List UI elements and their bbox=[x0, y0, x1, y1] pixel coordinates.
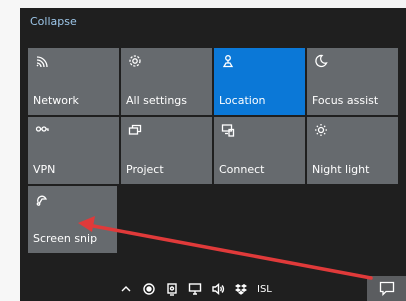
notification-icon bbox=[379, 281, 394, 296]
tile-connect-label: Connect bbox=[219, 163, 265, 176]
tile-project[interactable]: Project bbox=[121, 117, 212, 184]
tile-network-label: Network bbox=[33, 94, 79, 107]
tile-vpn[interactable]: VPN bbox=[28, 117, 119, 184]
action-center-button[interactable] bbox=[367, 276, 406, 301]
tile-focus-assist-label: Focus assist bbox=[312, 94, 379, 107]
tile-project-label: Project bbox=[126, 163, 164, 176]
pen-icon[interactable] bbox=[165, 282, 179, 296]
page-background bbox=[0, 0, 406, 8]
network-icon bbox=[33, 52, 51, 70]
desktop-edge bbox=[0, 0, 20, 301]
tile-night-light[interactable]: Night light bbox=[307, 117, 398, 184]
screen-snip-icon bbox=[33, 190, 51, 208]
brightness-icon bbox=[312, 121, 330, 139]
taskbar: ISL bbox=[20, 276, 406, 301]
tile-all-settings[interactable]: All settings bbox=[121, 48, 212, 115]
vpn-icon bbox=[33, 121, 51, 139]
action-center-panel: Collapse Network All settings Location F… bbox=[20, 8, 406, 301]
tile-all-settings-label: All settings bbox=[126, 94, 187, 107]
chevron-up-icon[interactable] bbox=[119, 282, 133, 296]
record-icon[interactable] bbox=[142, 282, 156, 296]
tile-location[interactable]: Location bbox=[214, 48, 305, 115]
network-tray-icon[interactable] bbox=[188, 282, 202, 296]
tile-vpn-label: VPN bbox=[33, 163, 56, 176]
volume-icon[interactable] bbox=[211, 282, 225, 296]
tile-location-label: Location bbox=[219, 94, 266, 107]
tile-screen-snip-label: Screen snip bbox=[33, 232, 98, 245]
gear-icon bbox=[126, 52, 144, 70]
tile-focus-assist[interactable]: Focus assist bbox=[307, 48, 398, 115]
tile-connect[interactable]: Connect bbox=[214, 117, 305, 184]
tile-network[interactable]: Network bbox=[28, 48, 119, 115]
project-icon bbox=[126, 121, 144, 139]
tile-screen-snip[interactable]: Screen snip bbox=[28, 186, 117, 253]
tile-night-light-label: Night light bbox=[312, 163, 370, 176]
moon-icon bbox=[312, 52, 330, 70]
connect-icon bbox=[219, 121, 237, 139]
dropbox-icon[interactable] bbox=[234, 282, 248, 296]
system-tray: ISL bbox=[119, 280, 272, 298]
input-language-indicator[interactable]: ISL bbox=[257, 284, 272, 295]
quick-actions-grid: Network All settings Location Focus assi… bbox=[28, 48, 398, 253]
location-icon bbox=[219, 52, 237, 70]
collapse-link[interactable]: Collapse bbox=[30, 15, 77, 28]
